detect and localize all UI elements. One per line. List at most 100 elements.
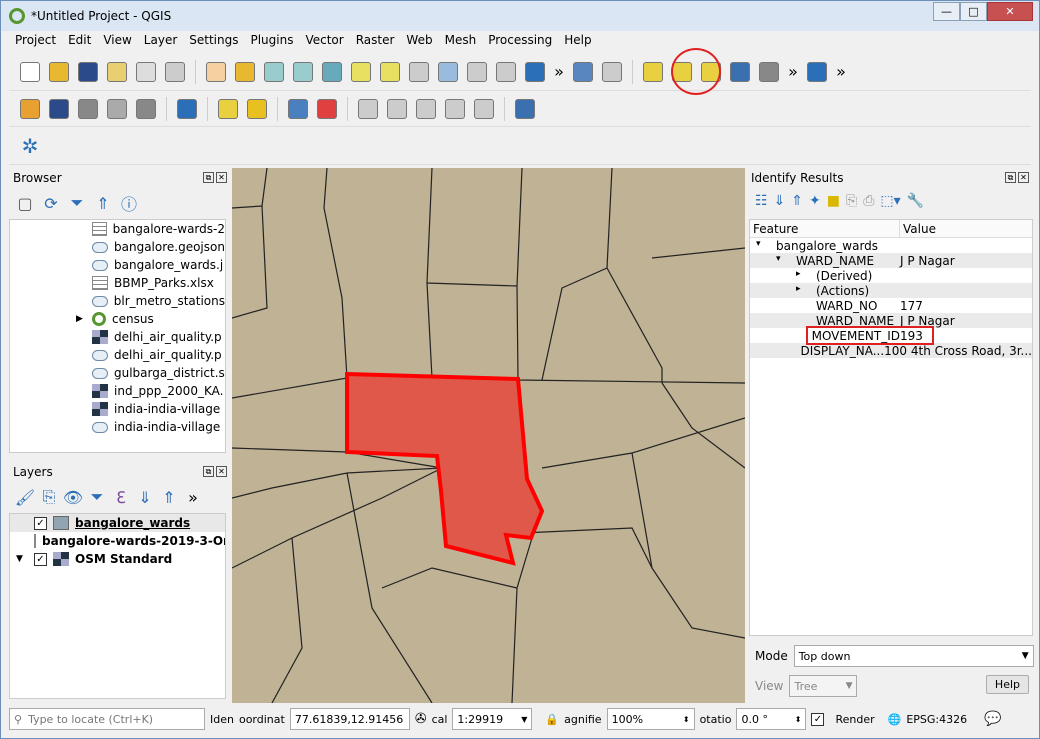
menu-project[interactable]: Project [9,31,62,51]
select-features-icon[interactable] [640,59,666,85]
crs-globe-icon[interactable]: 🌐 [888,713,902,726]
float-icon[interactable]: ⧉ [1005,172,1016,183]
browser-item[interactable]: ▶ census [10,310,225,328]
identify-row[interactable]: WARD_NO 177 [750,298,1032,313]
expand-arrow-icon[interactable]: ▶ [76,314,92,324]
menu-edit[interactable]: Edit [62,31,97,51]
menu-settings[interactable]: Settings [183,31,244,51]
menu-help[interactable]: Help [558,31,597,51]
expand-tree-icon[interactable]: ☷ [755,193,768,209]
coordinate-input[interactable]: 77.61839,12.91456 [289,708,410,730]
identify-row[interactable]: ▾ WARD_NAME J P Nagar [750,253,1032,268]
data-source-manager-icon[interactable] [17,96,43,122]
close-panel-icon[interactable]: ✕ [1018,172,1029,183]
menu-processing[interactable]: Processing [482,31,558,51]
show-labels-icon[interactable] [314,96,340,122]
expand-all-icon[interactable]: ⇓ [774,193,786,209]
help-contents-icon[interactable] [512,96,538,122]
style-icon[interactable]: 🖌 [15,487,35,507]
expression-filter-icon[interactable]: ℇ [111,487,131,507]
new-virtual-icon[interactable] [133,96,159,122]
info-icon[interactable]: ⓘ [119,193,139,214]
crs-button[interactable]: EPSG:4326 [906,713,967,726]
locator-search-input[interactable]: ⚲ Type to locate (Ctrl+K) [9,708,205,730]
browser-item[interactable]: BBMP_Parks.xlsx [10,274,225,292]
pin-labels-icon[interactable] [285,96,311,122]
close-button[interactable]: ✕ [987,2,1033,21]
browser-item[interactable]: bangalore.geojson [10,238,225,256]
rotation-spinbox[interactable]: 0.0 ° ⬍ [736,708,807,730]
browser-item[interactable]: bangalore_wards.j [10,256,225,274]
change-label-icon[interactable] [413,96,439,122]
menu-vector[interactable]: Vector [299,31,349,51]
zoom-out-icon[interactable] [290,59,316,85]
copy-icon[interactable]: ⎘ [846,193,857,209]
new-project-icon[interactable] [17,59,43,85]
measure-icon[interactable] [599,59,625,85]
settings-wrench-icon[interactable]: 🔧 [907,193,924,209]
move-label-icon[interactable] [355,96,381,122]
expand-all-icon[interactable]: ⇓ [135,487,155,507]
add-group-icon[interactable]: ⎘ [39,487,59,507]
more-icon[interactable]: » [183,487,203,507]
overflow-chevron-icon[interactable]: » [551,59,567,85]
identify-row[interactable]: ▾ bangalore_wards [750,238,1032,253]
messages-icon[interactable]: 💬 [984,711,1001,727]
zoom-native-icon[interactable] [406,59,432,85]
toggle-extents-icon[interactable]: ✇ [415,711,427,727]
magnifier-spinbox[interactable]: 100% ⬍ [606,708,695,730]
gear-icon[interactable]: ✲ [17,133,43,159]
overflow-chevron-icon[interactable]: » [785,59,801,85]
column-header-feature[interactable]: Feature [750,220,900,237]
layer-item[interactable]: ✓ bangalore_wards [10,514,225,532]
browser-item[interactable]: bangalore-wards-2 [10,220,225,238]
expand-arrow-icon[interactable]: ▾ [756,239,776,253]
attribute-table-icon[interactable] [727,59,753,85]
pan-to-selection-icon[interactable] [232,59,258,85]
identify-row[interactable]: ▸ (Derived) [750,268,1032,283]
refresh-icon[interactable]: ⟳ [41,193,61,213]
collapse-all-icon[interactable]: ⇑ [93,193,113,213]
zoom-layer-icon[interactable] [377,59,403,85]
browser-item[interactable]: ind_ppp_2000_KA. [10,382,225,400]
menu-view[interactable]: View [97,31,137,51]
clear-results-icon[interactable]: ■ [827,193,840,209]
mode-select[interactable]: Top down ▼ [793,645,1034,667]
overflow-chevron-icon[interactable]: » [833,59,849,85]
globe-plugin-icon[interactable] [804,59,830,85]
layer-item[interactable]: ▼ ✓ OSM Standard [10,550,225,568]
menu-layer[interactable]: Layer [138,31,183,51]
float-icon[interactable]: ⧉ [203,466,214,477]
menu-plugins[interactable]: Plugins [244,31,299,51]
layer-checkbox[interactable]: ✓ [34,552,47,566]
zoom-selection-icon[interactable] [348,59,374,85]
browser-item[interactable]: india-india-village [10,418,225,436]
expand-arrow-icon[interactable]: ▸ [796,284,816,298]
zoom-full-icon[interactable] [319,59,345,85]
map-canvas[interactable] [232,168,745,703]
save-project-icon[interactable] [75,59,101,85]
identify-row[interactable]: MOVEMENT_ID 193 [750,326,1032,345]
browser-item[interactable]: delhi_air_quality.p [10,328,225,346]
column-header-value[interactable]: Value [900,220,939,237]
collapse-all-icon[interactable]: ⇑ [791,193,803,209]
temporal-icon[interactable] [522,59,548,85]
show-hide-icon[interactable] [442,96,468,122]
add-selected-icon[interactable]: ▢ [15,193,35,213]
style-manager-icon[interactable] [162,59,188,85]
browser-item[interactable]: india-india-village [10,400,225,418]
expand-arrow-icon[interactable]: ▾ [776,254,796,268]
print-icon[interactable]: ⎙ [863,193,874,209]
menu-mesh[interactable]: Mesh [439,31,483,51]
layer-item[interactable]: bangalore-wards-2019-3-Only [10,532,225,550]
open-project-icon[interactable] [46,59,72,85]
browser-item[interactable]: gulbarga_district.s [10,364,225,382]
field-calculator-icon[interactable] [756,59,782,85]
browser-item[interactable]: blr_metro_stations [10,292,225,310]
identify-features-icon[interactable] [570,59,596,85]
identify-selection-icon[interactable]: ⬚▾ [880,193,900,209]
pan-hand-icon[interactable] [203,59,229,85]
scale-select[interactable]: 1:29919 ▼ [452,708,533,730]
save-as-icon[interactable] [104,59,130,85]
zoom-last-icon[interactable] [435,59,461,85]
